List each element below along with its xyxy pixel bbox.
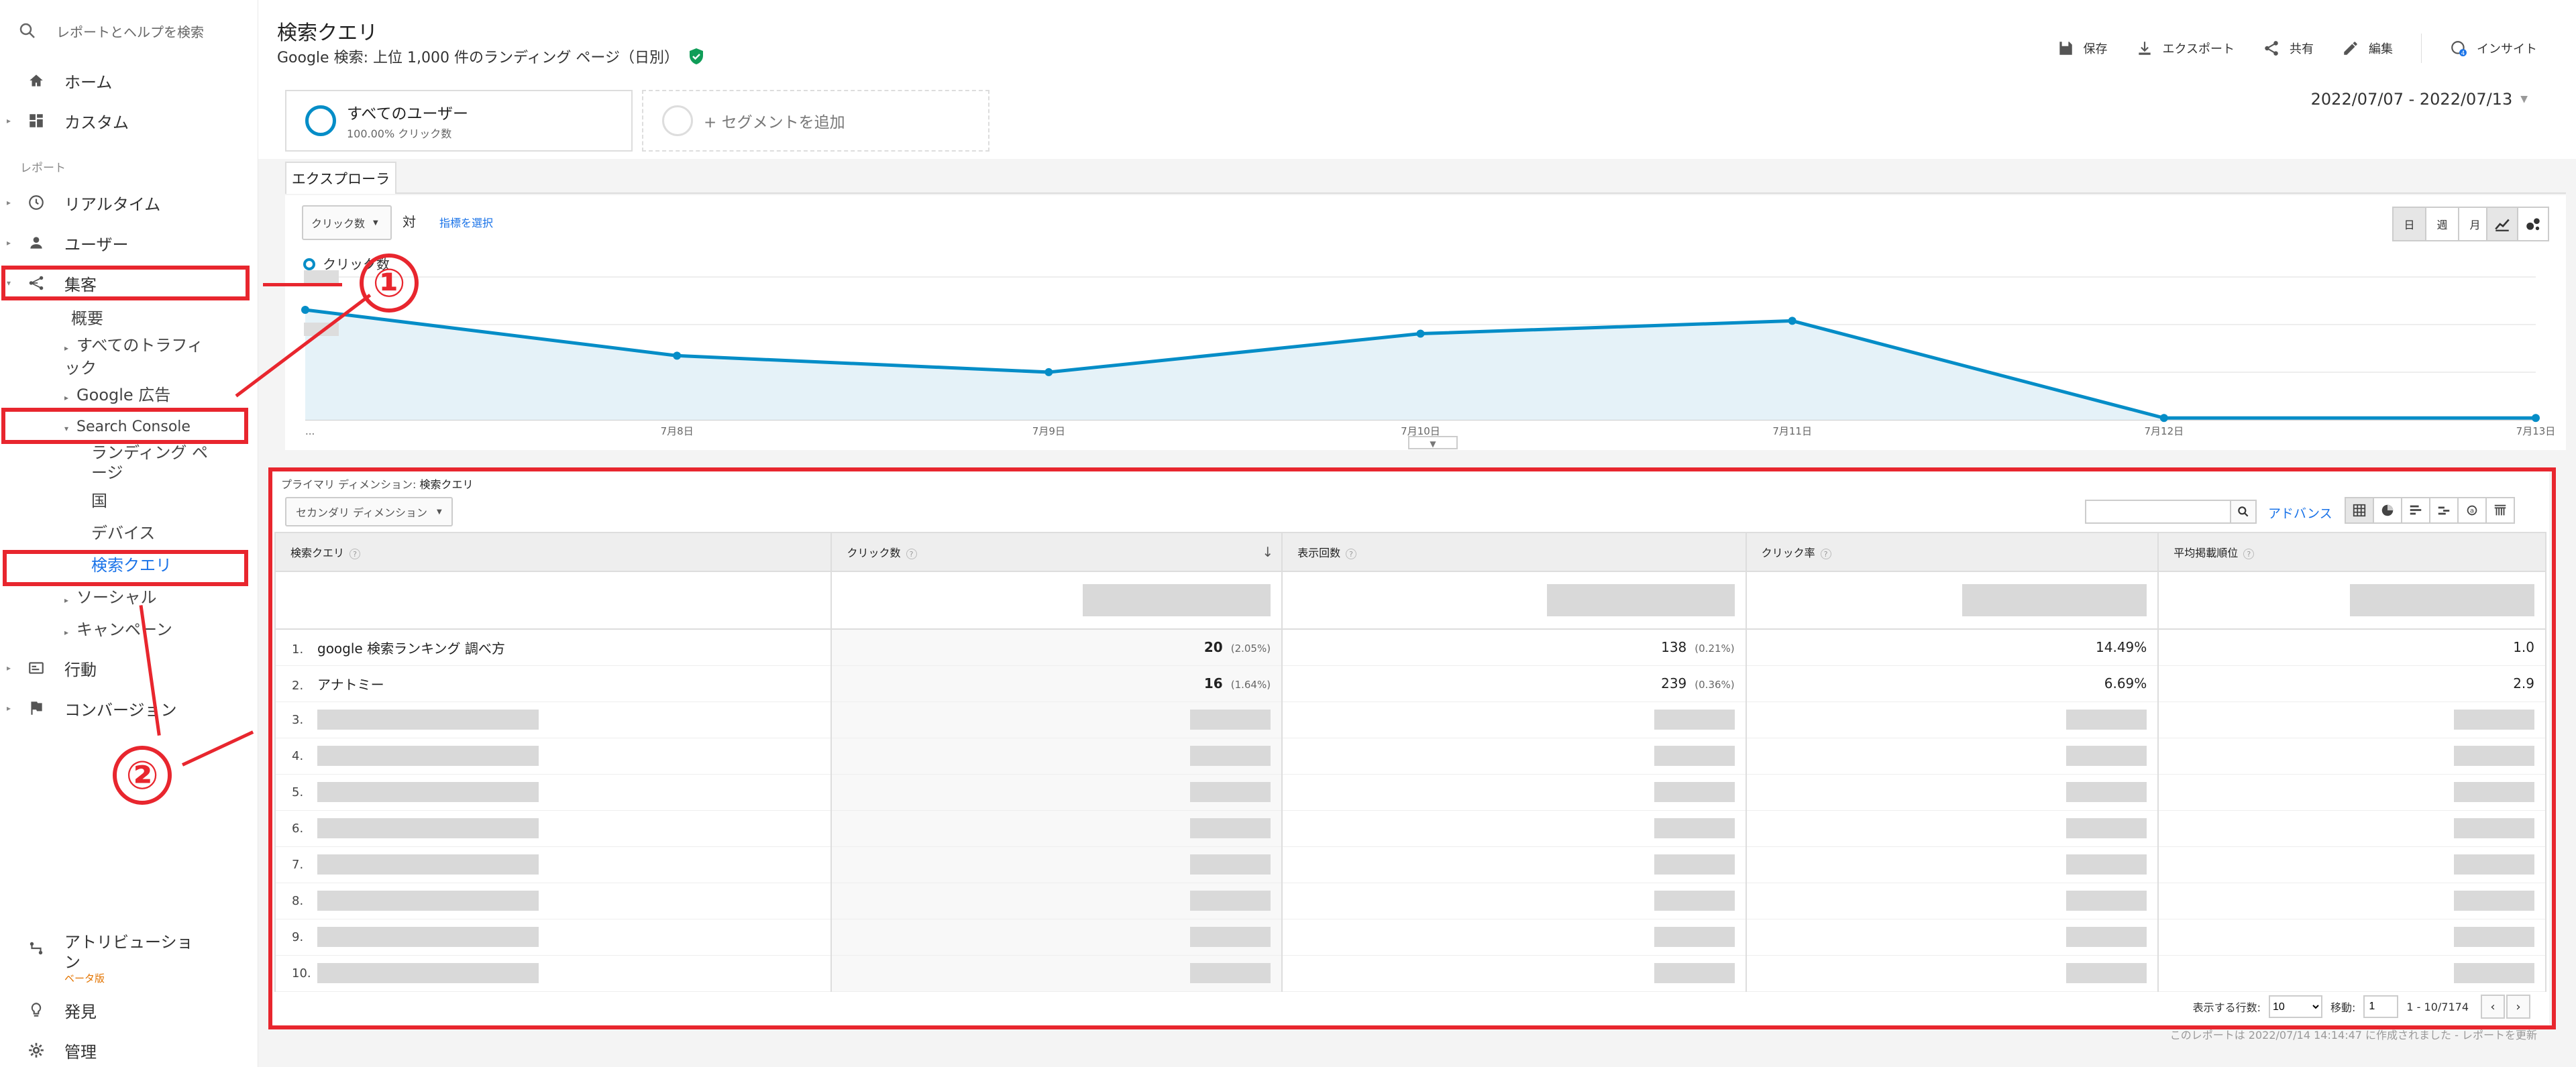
metric-select[interactable]: クリック数 ▼ [302,205,392,240]
add-segment-button[interactable]: + セグメントを追加 [642,90,989,152]
report-search[interactable]: レポートとヘルプを検索 [17,17,204,44]
line-chart-button[interactable] [2486,207,2518,241]
motion-chart-button[interactable] [2517,207,2549,241]
edit-button[interactable]: 編集 [2342,40,2393,57]
sidebar-item-user[interactable]: ▸ ユーザー [0,228,129,258]
data-point [1788,317,1796,325]
chart-type-toggle [2486,207,2549,241]
sidebar-item-home[interactable]: ホーム [0,66,112,95]
period-toggle: 日 週 月 [2392,207,2492,241]
data-point [2159,414,2168,423]
report-search-placeholder: レポートとヘルプを検索 [56,23,204,40]
sidebar-item-discover[interactable]: 発見 [0,995,97,1025]
annotation-number-2: ② [113,746,172,805]
export-icon [2138,42,2151,55]
chevron-down-icon: ▼ [2520,94,2528,105]
x-tick-label: 7月13日 [2516,425,2556,437]
report-header: 検索クエリ Google 検索: 上位 1,000 件のランディング ページ（日… [258,0,2576,75]
clicks-line-chart: ... 7月8日 7月9日 7月10日 7月11日 7月12日 7月13日クリック数▼ [301,256,2556,449]
sidebar-item-conversion[interactable]: ▸ コンバージョン [0,693,177,723]
date-range-picker[interactable]: 2022/07/07 - 2022/07/13 ▼ [2311,90,2528,109]
flag-icon [31,701,42,715]
pencil-icon [2344,42,2357,55]
annotation-number-1: ① [360,254,419,313]
beta-badge: ベータ版 [64,972,105,985]
sidebar-item-device[interactable]: デバイス [91,523,155,543]
x-tick-label: 7月9日 [1032,425,1065,437]
sidebar-item-behavior[interactable]: ▸ 行動 [0,653,97,683]
sidebar-item-google-ads[interactable]: ▸ Google 広告 [64,385,170,408]
x-tick-label: 7月11日 [1772,425,1812,437]
bubble-chart-icon [2526,218,2540,231]
export-button[interactable]: エクスポート [2136,40,2235,57]
sidebar-item-overview[interactable]: 概要 [71,308,103,329]
report-tabs: エクスプローラ [285,159,2566,194]
segment-ring-icon [305,105,336,136]
share-button[interactable]: 共有 [2263,40,2314,57]
data-point [1044,368,1053,376]
sidebar-item-landing-pages[interactable]: ランディング ページ [91,443,223,483]
redacted-y-tick [304,270,339,284]
insight-icon: 4 [2451,41,2467,57]
pick-metric-link[interactable]: 指標を選択 [439,214,493,230]
person-icon [30,237,42,249]
home-icon [30,74,43,87]
vs-label: 対 [402,214,416,230]
toolbar-divider [2421,34,2422,63]
save-icon [2059,42,2072,55]
lightbulb-icon [31,1003,42,1017]
gear-icon [29,1043,44,1058]
data-point [1416,329,1425,338]
data-point [301,306,309,314]
save-button[interactable]: 保存 [2057,40,2108,57]
sidebar-item-all-traffic[interactable]: ▸ すべてのトラフィック [64,335,212,378]
share-icon [2265,41,2278,56]
period-day-button[interactable]: 日 [2392,207,2426,241]
reports-section-label: レポート [20,162,66,175]
verified-shield-icon [689,48,703,64]
highlight-queries [3,550,248,586]
sidebar-item-custom[interactable]: ▸ カスタム [0,106,129,135]
sidebar-item-country[interactable]: 国 [91,491,107,511]
highlight-search-console [1,408,248,444]
dashboard-icon [30,114,43,127]
x-tick-label: 7月10日 [1401,425,1440,437]
x-tick-label: 7月12日 [2145,425,2184,437]
sidebar-item-campaign[interactable]: ▸ キャンペーン [64,620,172,642]
segment-all-users[interactable]: すべてのユーザー 100.00% クリック数 [285,90,633,152]
chart-panel: ... 7月8日 7月9日 7月10日 7月11日 7月12日 7月13日 クリック数 ▼ クリ… [285,195,2566,450]
highlight-acquisition [1,266,250,300]
page-subtitle: Google 検索: 上位 1,000 件のランディング ページ（日別） [277,46,704,67]
caret-icon: ▼ [373,219,378,227]
page-title: 検索クエリ [277,21,378,45]
x-tick-label: 7月8日 [661,425,694,437]
segment-ring-empty-icon [662,105,693,136]
chevron-down-icon: ▼ [1430,439,1436,449]
sidebar: レポートとヘルプを検索 ホーム ▸ カスタム レポート ▸ リアルタイム ▸ ユ… [0,0,258,1067]
insight-button[interactable]: 4 インサイト [2450,40,2537,57]
sidebar-item-admin[interactable]: 管理 [0,1035,97,1065]
highlight-data-table [268,467,2556,1029]
series-area [305,310,2536,420]
attribution-icon [30,942,43,955]
clock-icon [29,195,44,210]
behavior-icon [29,662,44,674]
segment-bar: すべてのユーザー 100.00% クリック数 + セグメントを追加 [258,75,2576,159]
svg-text:4: 4 [2461,50,2465,57]
report-toolbar: 保存 エクスポート 共有 編集 4 インサイト [2057,34,2537,63]
search-icon [19,23,35,38]
x-tick-label: ... [305,425,315,437]
sidebar-item-attribution[interactable]: アトリビューション ベータ版 [0,932,199,985]
annotation-line [263,283,342,286]
tab-explorer[interactable]: エクスプローラ [285,162,396,194]
period-week-button[interactable]: 週 [2425,207,2459,241]
data-point [2532,414,2540,423]
line-chart-icon [2495,219,2510,231]
sidebar-item-realtime[interactable]: ▸ リアルタイム [0,188,160,217]
legend-marker [303,258,315,270]
data-point [673,351,682,360]
